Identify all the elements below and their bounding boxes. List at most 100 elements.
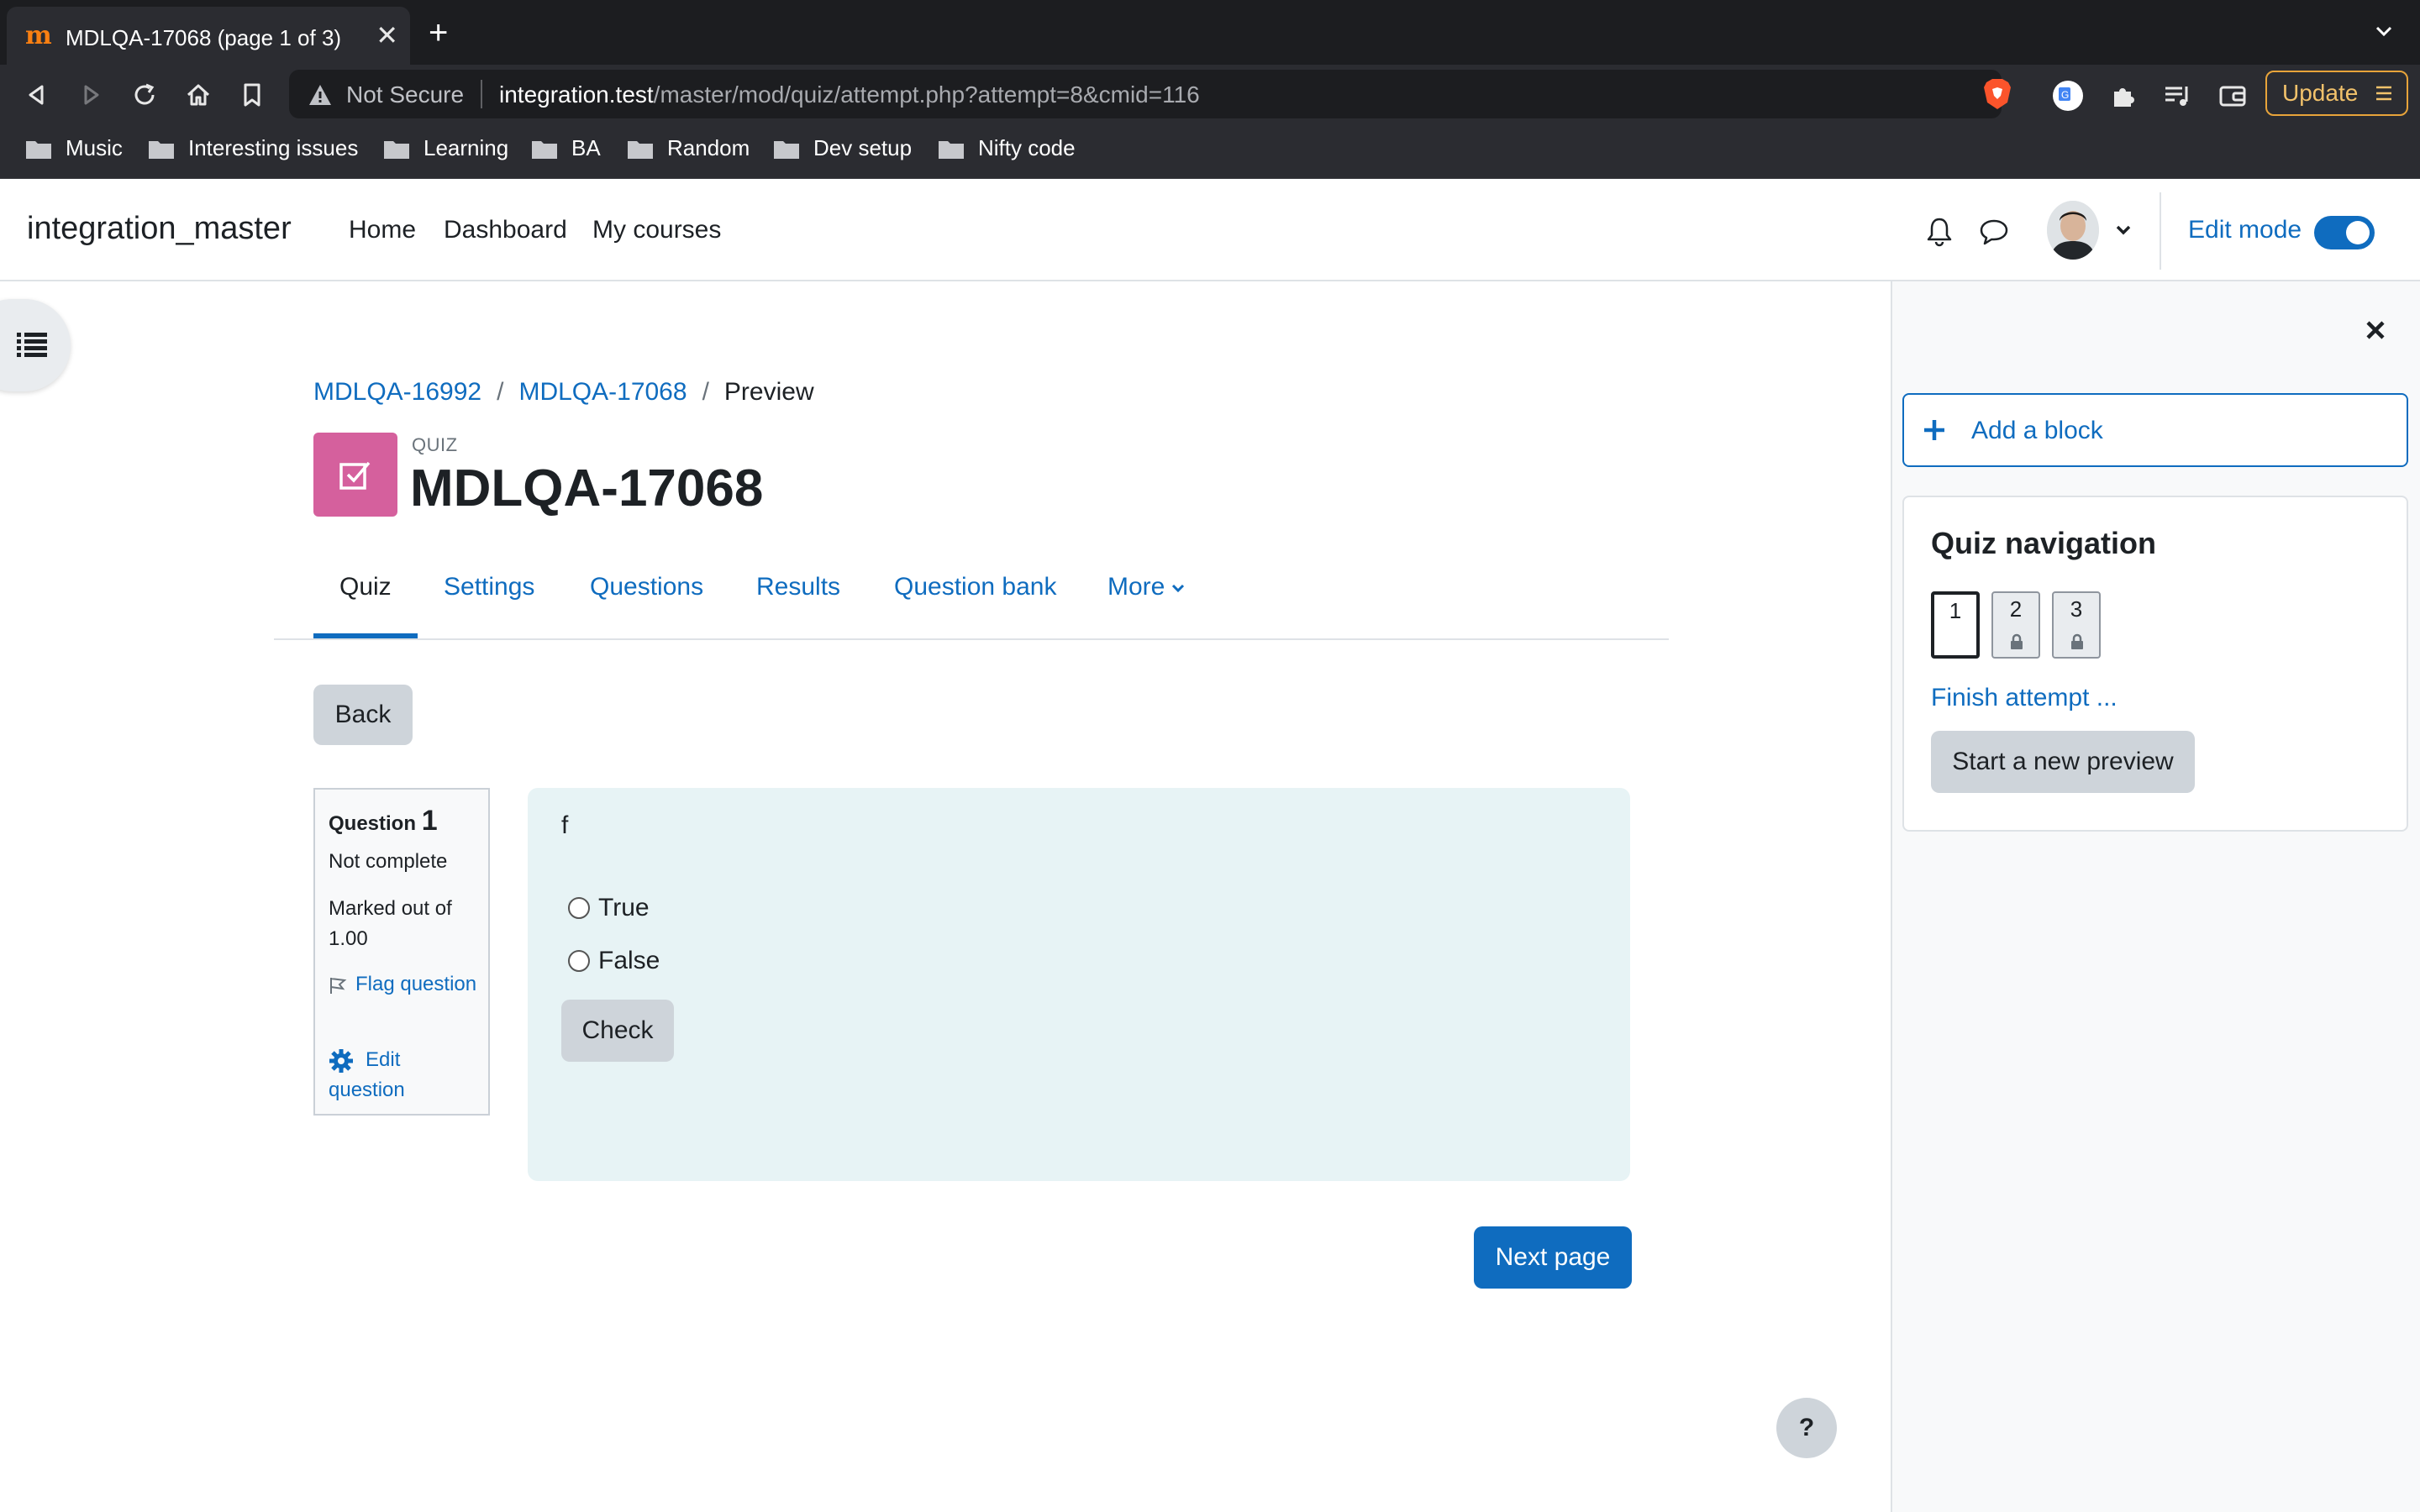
course-index-toggle[interactable] [0,299,71,391]
tab-results[interactable]: Results [756,573,840,601]
question-number: Question 1 [329,805,438,837]
bookmark-icon[interactable] [237,80,267,110]
bookmark-folder[interactable]: Nifty code [938,135,1076,161]
bookmark-label: BA [571,135,601,160]
folder-icon [532,140,557,159]
bookmark-folder[interactable]: Random [627,135,750,161]
next-page-button[interactable]: Next page [1474,1226,1632,1289]
help-button[interactable]: ? [1776,1398,1837,1458]
tab-questions[interactable]: Questions [590,573,703,601]
quiz-navigation-title: Quiz navigation [1931,526,2157,560]
svg-text:G: G [2061,89,2069,101]
tab-title: MDLQA-17068 (page 1 of 3) [66,25,342,50]
tab-more-label: More [1107,573,1165,601]
address-bar[interactable]: Not Secure integration.test/master/mod/q… [289,70,2002,118]
tab-list-chevron-icon[interactable] [2375,22,2393,40]
question-grade: Marked out of 1.00 [329,897,452,950]
forward-arrow-icon[interactable] [76,80,106,110]
extensions-puzzle-icon[interactable] [2107,80,2139,112]
messages-chat-icon[interactable] [1979,218,2009,246]
not-secure-label: Not Secure [346,81,465,108]
finish-attempt-link[interactable]: Finish attempt ... [1931,684,2118,712]
nav-my-courses[interactable]: My courses [592,216,721,244]
back-arrow-icon[interactable] [22,80,52,110]
browser-update-button[interactable]: Update [2265,71,2408,116]
toggle-knob [2346,221,2370,244]
edit-question-link[interactable]: Edit question [329,1045,480,1105]
answer-option-true[interactable]: True [568,894,650,922]
start-new-preview-button[interactable]: Start a new preview [1931,731,2195,793]
wallet-icon[interactable] [2217,80,2249,112]
url-text: integration.test/master/mod/quiz/attempt… [499,81,1200,108]
home-icon[interactable] [183,80,213,110]
menu-hamburger-icon [2376,86,2391,101]
brave-shield-icon[interactable] [1981,77,2013,111]
breadcrumb: MDLQA-16992 / MDLQA-17068 / Preview [313,378,814,407]
tab-question-bank[interactable]: Question bank [894,573,1056,601]
bookmark-folder[interactable]: Interesting issues [148,135,358,161]
bookmark-label: Music [66,135,123,160]
list-icon [17,333,47,357]
breadcrumb-course[interactable]: MDLQA-16992 [313,378,481,406]
folder-icon [628,140,653,159]
answer-option-false[interactable]: False [568,947,660,975]
edit-mode-toggle[interactable] [2314,216,2375,249]
bookmark-folder[interactable]: Dev setup [773,135,912,161]
edit-mode-label: Edit mode [2188,216,2302,244]
bookmark-label: Dev setup [813,135,913,160]
user-avatar[interactable] [2047,201,2099,260]
page-title: MDLQA-17068 [410,459,764,517]
question-info-panel: Question 1 Not complete Marked out of 1.… [313,788,490,1116]
bookmark-label: Interesting issues [188,135,359,160]
bookmark-label: Random [667,135,750,160]
site-name[interactable]: integration_master [27,211,292,247]
quiz-nav-button-1[interactable]: 1 [1931,591,1980,659]
bookmark-folder[interactable]: Learning [383,135,508,161]
bookmark-folder[interactable]: BA [531,135,601,161]
playlist-icon[interactable] [2161,80,2193,112]
breadcrumb-current: Preview [723,378,814,406]
chevron-down-icon [1172,585,1185,593]
notification-bell-icon[interactable] [1924,216,1954,248]
nav-home[interactable]: Home [349,216,416,244]
bookmark-folder[interactable]: Music [25,135,123,161]
question-label: Question [329,812,417,835]
tab-more[interactable]: More [1107,573,1185,601]
user-menu-chevron-icon[interactable] [2114,223,2133,238]
browser-tab[interactable]: m MDLQA-17068 (page 1 of 3) ✕ [7,7,410,65]
tab-settings[interactable]: Settings [444,573,534,601]
quiz-nav-number: 1 [1949,598,1962,623]
translate-extension-icon[interactable]: G [2052,80,2084,112]
close-icon[interactable] [2365,319,2386,341]
nav-dashboard[interactable]: Dashboard [444,216,567,244]
warning-icon [309,85,331,105]
add-block-button[interactable]: Add a block [1902,393,2408,467]
activity-kind-label: QUIZ [412,434,458,455]
flag-icon [330,977,347,994]
flag-question-link[interactable]: Flag question [329,969,480,1000]
new-tab-button[interactable]: + [429,16,448,50]
quiz-nav-number: 2 [2009,596,2023,622]
back-button[interactable]: Back [313,685,413,745]
lock-icon [2011,633,2023,649]
breadcrumb-quiz[interactable]: MDLQA-17068 [518,378,687,406]
reload-icon[interactable] [129,80,160,110]
radio-true[interactable] [568,897,590,919]
breadcrumb-separator: / [702,378,709,406]
radio-false[interactable] [568,950,590,972]
quiz-nav-button-2[interactable]: 2 [1991,591,2040,659]
breadcrumb-separator: / [497,378,504,406]
quiz-nav-button-3[interactable]: 3 [2052,591,2101,659]
tab-close-icon[interactable]: ✕ [376,22,398,49]
question-state: Not complete [329,850,448,873]
url-path: /master/mod/quiz/attempt.php?attempt=8&c… [653,81,1200,108]
folder-icon [939,140,964,159]
tab-quiz[interactable]: Quiz [339,573,392,601]
url-separator [481,80,482,108]
answer-label: False [598,947,660,974]
bookmarks-bar: Music Interesting issues Learning BA Ran… [0,123,2420,179]
secondary-navigation: Quiz Settings Questions Results Question… [274,556,1669,640]
check-button[interactable]: Check [561,1000,674,1062]
gear-icon [329,1048,353,1073]
plus-icon [1924,420,1944,440]
